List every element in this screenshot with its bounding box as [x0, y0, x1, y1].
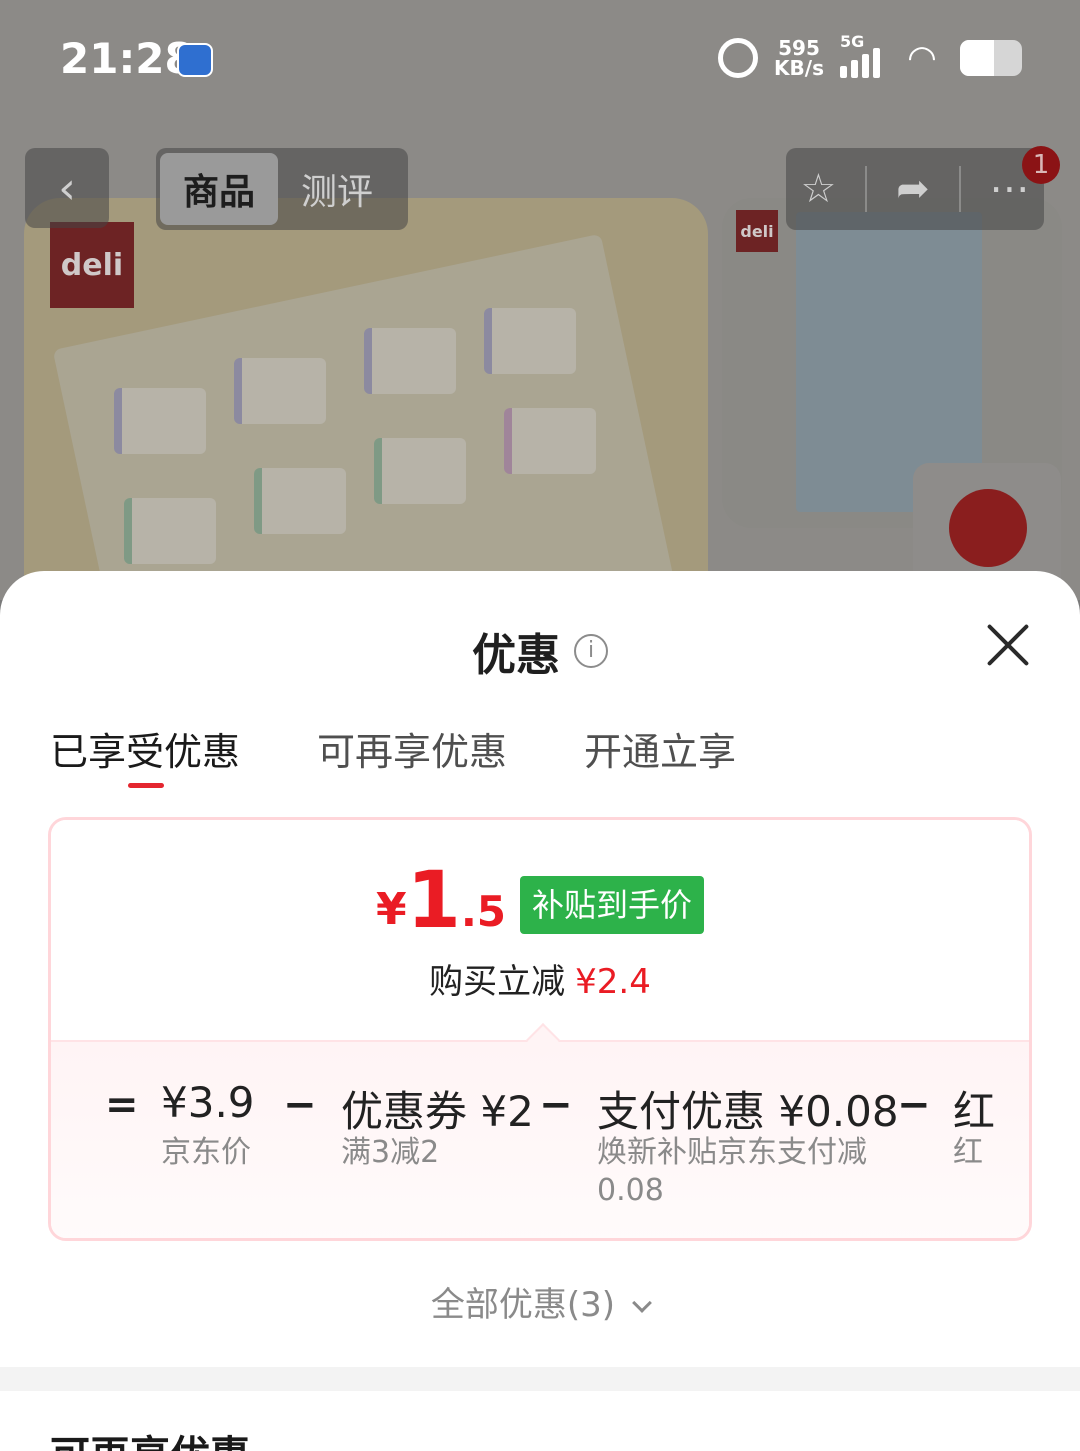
jd-price-label: 京东价: [161, 1135, 251, 1170]
status-time: 21:28: [60, 34, 194, 83]
discount-tabs: 已享受优惠 可再享优惠 开通立享: [50, 721, 1030, 791]
status-bar: 21:28 595 KB/s 5G ◠: [0, 0, 1080, 120]
price-breakdown-card: ¥ 1 .5 补贴到手价 购买立减 ¥2.4 = ¥3.9 京东价 − 优惠券 ¥…: [48, 817, 1032, 1241]
brand-logo: deli: [50, 222, 134, 308]
active-tab-indicator: [128, 783, 164, 788]
label-sticker: [254, 468, 346, 534]
product-tabs: 商品 测评: [156, 148, 408, 230]
back-button[interactable]: ‹: [25, 148, 109, 228]
label-sticker: [374, 438, 466, 504]
label-sticker: [504, 408, 596, 474]
all-deals-label: 全部优惠(3): [430, 1285, 616, 1325]
price-decimal: .5: [460, 887, 507, 936]
subsidy-price-badge: 补贴到手价: [520, 876, 705, 934]
minus-sign: −: [283, 1082, 317, 1128]
saving-row: 购买立减 ¥2.4: [51, 954, 1029, 1003]
coupon-value: 优惠券 ¥2: [341, 1087, 534, 1136]
tab-additional-discounts[interactable]: 可再享优惠: [317, 721, 507, 776]
coupon-condition: 满3减2: [341, 1135, 440, 1170]
product-main-image[interactable]: deli: [24, 198, 708, 600]
label-sticker: [124, 498, 216, 564]
label-sticker: [364, 328, 456, 394]
chevron-down-icon: [632, 1293, 652, 1313]
label-sticker: [234, 358, 326, 424]
chevron-left-icon: ‹: [58, 162, 76, 214]
star-icon[interactable]: ☆: [800, 166, 836, 212]
payment-discount-value: 支付优惠 ¥0.08: [597, 1087, 899, 1136]
tab-enjoyed-discounts[interactable]: 已享受优惠: [50, 721, 240, 776]
payment-discount-desc: 焕新补贴京东支付减0.08: [597, 1135, 867, 1208]
chart-bars-icon: [949, 489, 1027, 567]
saving-label: 购买立减: [429, 962, 566, 1002]
divider: [865, 166, 868, 212]
alarm-icon: [718, 38, 759, 78]
top-actions: ☆ ➦ ⋯: [786, 148, 1044, 230]
cellular-signal-icon: 5G: [840, 32, 884, 78]
jd-price-value: ¥3.9: [161, 1078, 255, 1127]
price-currency: ¥: [375, 884, 407, 935]
tab-product[interactable]: 商品: [160, 153, 278, 225]
discount-sheet: 优惠 i 已享受优惠 可再享优惠 开通立享 ¥ 1 .5 补贴到手价 购买立减 ¥2…: [0, 571, 1080, 1451]
close-icon[interactable]: [984, 621, 1032, 669]
tab-review[interactable]: 测评: [278, 153, 396, 225]
sheet-title: 优惠: [472, 630, 560, 681]
tab-activate-discounts[interactable]: 开通立享: [584, 721, 736, 776]
price-formula: = ¥3.9 京东价 − 优惠券 ¥2 满3减2 − 支付优惠 ¥0.08 焕新…: [51, 1040, 1029, 1238]
red-packet-label: 红: [953, 1135, 983, 1170]
all-deals-toggle[interactable]: 全部优惠(3): [0, 1277, 1080, 1326]
section-divider: [0, 1367, 1080, 1391]
network-speed: 595 KB/s: [774, 38, 824, 78]
share-icon[interactable]: ➦: [896, 166, 930, 212]
saving-amount: ¥2.4: [575, 962, 651, 1002]
additional-discounts-heading: 可再享优惠: [50, 1423, 250, 1451]
battery-icon: [960, 40, 1022, 76]
label-sticker: [114, 388, 206, 454]
label-sticker: [484, 308, 576, 374]
sheet-title-row: 优惠 i: [0, 619, 1080, 683]
minus-sign: −: [897, 1082, 931, 1128]
divider: [958, 166, 961, 212]
screen-record-icon: [177, 43, 213, 77]
minus-sign: −: [539, 1082, 573, 1128]
network-speed-unit: KB/s: [774, 56, 824, 80]
red-packet-value: 红: [953, 1087, 996, 1136]
wifi-icon: ◠: [907, 38, 937, 78]
final-price: ¥ 1 .5 补贴到手价: [51, 862, 1029, 940]
price-integer: 1: [406, 856, 461, 946]
equals-sign: =: [105, 1082, 139, 1128]
notification-badge: 1: [1022, 146, 1060, 184]
network-speed-value: 595: [778, 36, 820, 60]
brand-logo-small: deli: [736, 210, 778, 252]
info-icon[interactable]: i: [574, 634, 608, 668]
